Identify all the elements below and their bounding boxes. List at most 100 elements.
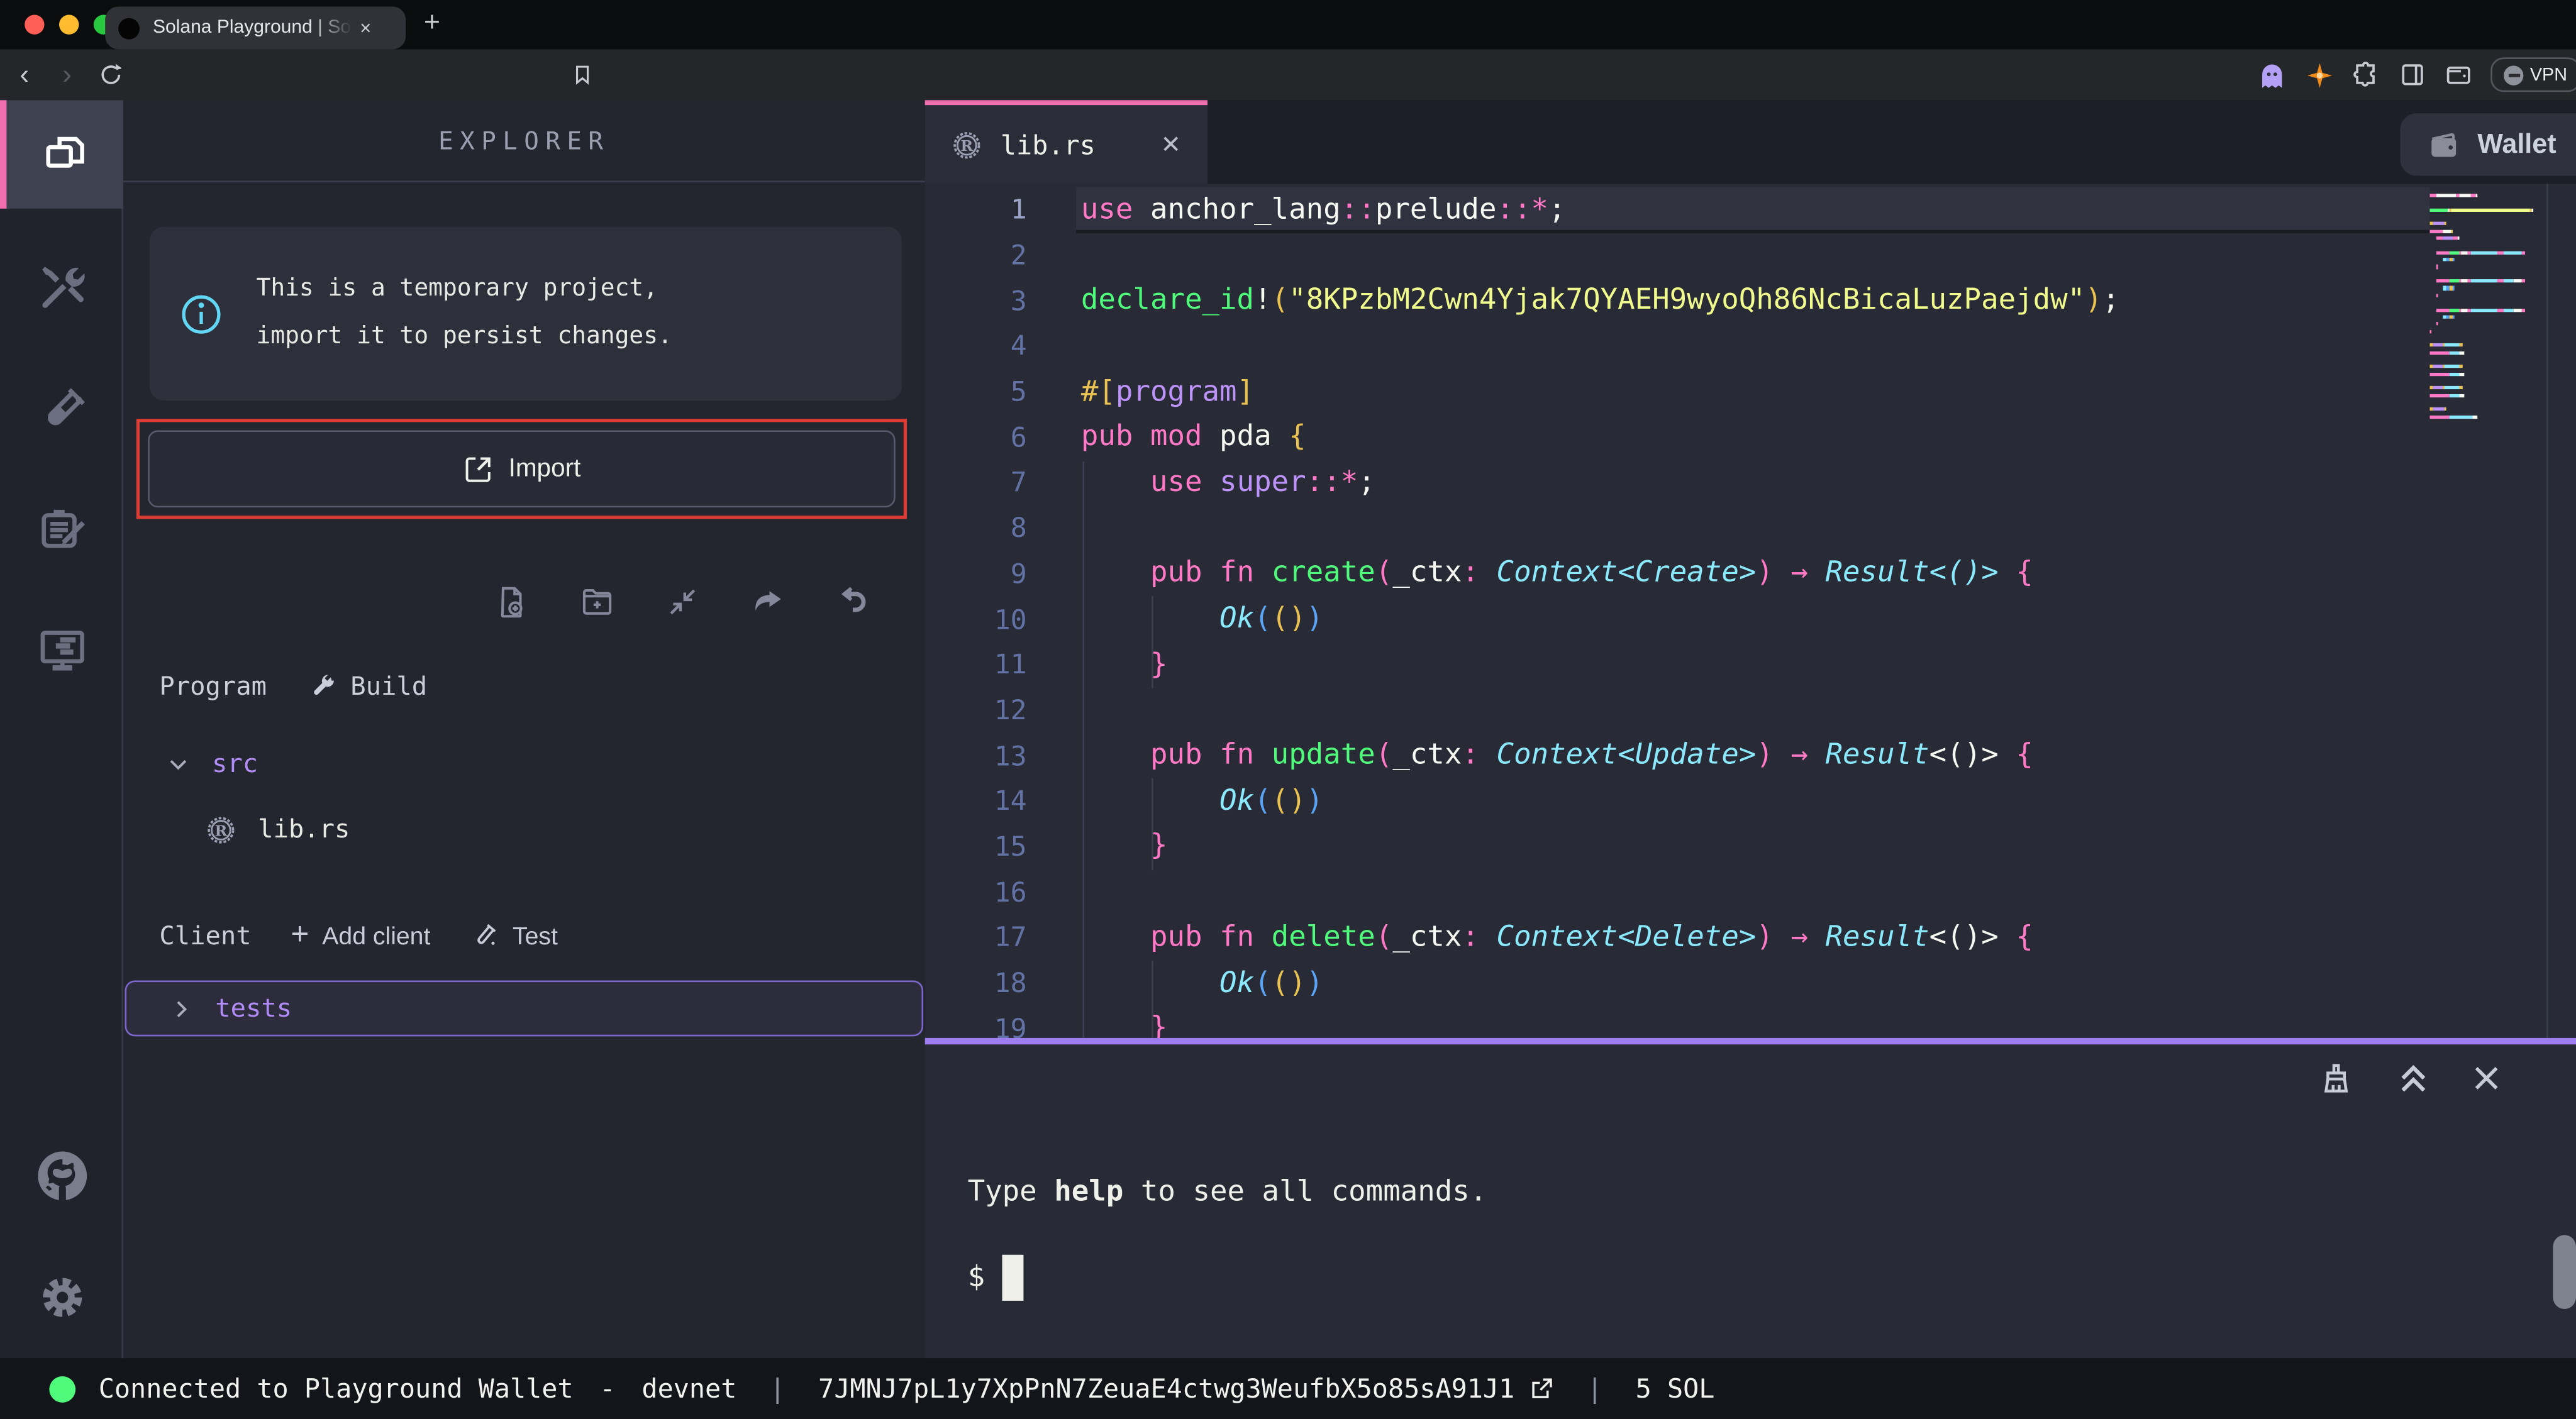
- wallet-balance[interactable]: 5 SOL: [1636, 1373, 1715, 1405]
- reload-button[interactable]: [99, 62, 123, 87]
- sidebar-item-github[interactable]: [0, 1133, 123, 1218]
- wallet-address[interactable]: 7JMNJ7pL1y7XpPnN7ZeuaE4ctwg3WeufbX5o85sA…: [818, 1373, 1514, 1405]
- code-line[interactable]: 15 }: [925, 824, 2576, 869]
- code-line[interactable]: 18 Ok(()): [925, 960, 2576, 1005]
- connection-status-dot: [49, 1376, 75, 1402]
- program-section-row: Program Build: [123, 660, 925, 713]
- code-line[interactable]: 8: [925, 505, 2576, 551]
- code-line[interactable]: 13 pub fn update(_ctx: Context<Update>) …: [925, 733, 2576, 778]
- line-number: 11: [925, 649, 1027, 680]
- sidebar-item-build-tools[interactable]: [0, 241, 123, 333]
- connection-status-text: Connected to Playground Wallet: [99, 1373, 574, 1405]
- editor-minimap[interactable]: [2430, 194, 2546, 422]
- new-folder-icon[interactable]: [580, 584, 614, 619]
- editor-scrollbar[interactable]: [2546, 184, 2548, 1038]
- code-line[interactable]: 11 }: [925, 642, 2576, 687]
- sidebar-item-test[interactable]: [0, 365, 123, 456]
- line-number: 6: [925, 422, 1027, 453]
- code-line[interactable]: 12: [925, 687, 2576, 732]
- add-client-button[interactable]: + Add client: [291, 918, 430, 954]
- code-line[interactable]: 4: [925, 324, 2576, 369]
- brave-vpn-button[interactable]: VPN: [2490, 57, 2576, 92]
- code-text: Ok(()): [1027, 603, 1324, 636]
- editor-tab-librs[interactable]: R lib.rs ✕: [925, 100, 1208, 184]
- external-link-icon[interactable]: [1528, 1376, 1554, 1402]
- file-row-librs[interactable]: R lib.rs: [123, 805, 925, 854]
- tab-close-icon[interactable]: ×: [360, 18, 371, 38]
- code-line[interactable]: 16: [925, 870, 2576, 915]
- import-icon: [462, 454, 492, 483]
- sidebar-item-programs[interactable]: [0, 604, 123, 696]
- terminal-prompt-line[interactable]: $: [968, 1255, 1023, 1301]
- minimize-window-button[interactable]: [59, 15, 79, 35]
- terminal-expand-icon[interactable]: [2396, 1061, 2431, 1097]
- import-highlight-annotation: Import: [136, 419, 907, 519]
- add-client-label: Add client: [322, 922, 430, 950]
- build-button[interactable]: Build: [309, 671, 427, 701]
- brave-wallet-icon[interactable]: [2445, 61, 2472, 89]
- tab-close-icon[interactable]: ✕: [1160, 130, 1181, 159]
- share-project-icon[interactable]: [751, 584, 786, 619]
- import-button[interactable]: Import: [148, 430, 896, 507]
- folder-row-src[interactable]: src: [123, 739, 925, 788]
- tab-title: Solana Playground | Solana IDE: [153, 18, 357, 38]
- code-line[interactable]: 3declare_id!("8KPzbM2Cwn4Yjak7QYAEH9wyoQ…: [925, 278, 2576, 323]
- sidebar-item-explorer[interactable]: [0, 100, 123, 208]
- info-icon: [179, 292, 224, 336]
- terminal-close-icon[interactable]: [2469, 1061, 2504, 1096]
- collapse-folders-icon[interactable]: [665, 584, 700, 619]
- code-editor[interactable]: 1use anchor_lang::prelude::*;23declare_i…: [925, 184, 2576, 1038]
- indent-guide: [1151, 596, 1153, 688]
- sidebar-panel-icon[interactable]: [2399, 61, 2426, 89]
- code-line[interactable]: 19 }: [925, 1006, 2576, 1038]
- code-line[interactable]: 7 use super::*;: [925, 460, 2576, 505]
- back-button[interactable]: ‹: [19, 49, 29, 100]
- terminal-resize-handle[interactable]: [925, 1038, 2576, 1044]
- test-button[interactable]: Test: [470, 921, 558, 951]
- phantom-extension-icon[interactable]: [2257, 60, 2287, 89]
- code-line[interactable]: 10 Ok(()): [925, 597, 2576, 642]
- new-file-icon[interactable]: [494, 584, 529, 619]
- code-line[interactable]: 14 Ok(()): [925, 778, 2576, 824]
- code-line[interactable]: 17 pub fn delete(_ctx: Context<Delete>) …: [925, 915, 2576, 960]
- terminal-scrollbar-thumb[interactable]: [2553, 1235, 2576, 1309]
- extensions-puzzle-icon[interactable]: [2353, 61, 2380, 89]
- librs-file-label: lib.rs: [258, 815, 350, 844]
- new-tab-button[interactable]: +: [424, 6, 440, 39]
- cluster-name[interactable]: devnet: [641, 1373, 736, 1405]
- vpn-label: VPN: [2530, 65, 2567, 84]
- line-number: 15: [925, 831, 1027, 863]
- prompt-symbol: $: [968, 1261, 985, 1294]
- src-folder-label: src: [212, 749, 258, 778]
- line-number: 18: [925, 968, 1027, 999]
- line-number: 3: [925, 285, 1027, 317]
- sidebar-item-tutorials[interactable]: [0, 485, 123, 577]
- forward-button[interactable]: ›: [62, 49, 72, 100]
- bookmark-icon[interactable]: [572, 62, 593, 87]
- code-line[interactable]: 1use anchor_lang::prelude::*;: [925, 187, 2576, 233]
- code-line[interactable]: 9 pub fn create(_ctx: Context<Create>) →…: [925, 551, 2576, 596]
- spark-extension-icon[interactable]: [2305, 60, 2334, 89]
- terminal-panel[interactable]: Type help to see all commands. $: [925, 1044, 2576, 1358]
- wrench-icon: [309, 673, 337, 700]
- sidebar-item-settings[interactable]: [0, 1255, 123, 1340]
- line-number: 4: [925, 331, 1027, 362]
- wallet-icon: [2426, 127, 2461, 162]
- terminal-clear-icon[interactable]: [2318, 1061, 2354, 1097]
- tools-icon: [35, 261, 88, 314]
- line-number: 17: [925, 922, 1027, 953]
- code-line[interactable]: 2: [925, 233, 2576, 278]
- reset-undo-icon[interactable]: [836, 584, 871, 619]
- close-window-button[interactable]: [25, 15, 44, 35]
- code-line[interactable]: 5#[program]: [925, 369, 2576, 414]
- code-line[interactable]: 6pub mod pda {: [925, 414, 2576, 460]
- client-label: Client: [159, 921, 251, 951]
- notice-text: This is a temporary project, import it t…: [257, 266, 672, 362]
- line-number: 16: [925, 876, 1027, 908]
- screen: Solana Playground | Solana IDE × + ‹ › b…: [0, 0, 2576, 1419]
- wallet-button[interactable]: Wallet: [2400, 113, 2576, 175]
- folder-row-tests[interactable]: tests: [125, 981, 924, 1037]
- program-label: Program: [159, 671, 267, 701]
- browser-tab[interactable]: Solana Playground | Solana IDE ×: [105, 6, 406, 49]
- editor-tab-label: lib.rs: [1001, 129, 1143, 160]
